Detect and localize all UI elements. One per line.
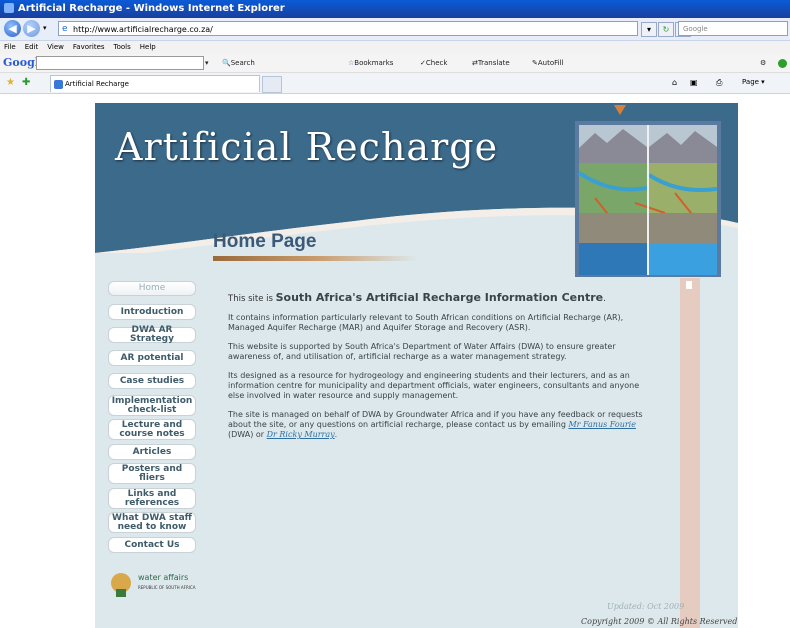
dwa-coat-of-arms-logo bbox=[111, 573, 131, 597]
logo-republic: REPUBLIC OF SOUTH AFRICA bbox=[138, 585, 196, 590]
menu-view[interactable]: View bbox=[47, 43, 64, 51]
intro-prefix: This site is bbox=[228, 294, 276, 304]
nav-case-studies[interactable]: Case studies bbox=[108, 373, 196, 389]
updated-date: Updated: Oct 2009 bbox=[607, 602, 685, 611]
window-titlebar: Artificial Recharge - Windows Internet E… bbox=[0, 0, 790, 18]
main-content: This site is South Africa's Artificial R… bbox=[228, 291, 648, 449]
menu-bar: File Edit View Favorites Tools Help bbox=[0, 41, 790, 54]
contact-paragraph: The site is managed on behalf of DWA by … bbox=[228, 410, 648, 440]
autofill-label: AutoFill bbox=[537, 59, 564, 67]
refresh-icon[interactable]: ↻ bbox=[658, 22, 674, 37]
logo-water-affairs: water affairs bbox=[138, 573, 189, 582]
right-sidebar-strip bbox=[680, 278, 700, 628]
tab-bar: ★ ✚ Artificial Recharge ⌂ ▣ ⎙ Page ▾ bbox=[0, 73, 790, 94]
intro-suffix: . bbox=[603, 294, 606, 304]
menu-favorites[interactable]: Favorites bbox=[73, 43, 105, 51]
address-input[interactable]: e http://www.artificialrecharge.co.za/ bbox=[58, 21, 638, 36]
nav-home[interactable]: Home bbox=[108, 281, 196, 296]
recharge-illustration bbox=[575, 121, 721, 277]
feeds-icon[interactable]: ▣ bbox=[690, 78, 698, 87]
nav-dwa-ar-strategy[interactable]: DWA AR Strategy bbox=[108, 326, 196, 344]
translate-label: Translate bbox=[477, 59, 510, 67]
nav-dwa-staff[interactable]: What DWA staff need to know bbox=[108, 512, 196, 533]
address-toolbar: ◀ ▶ ▾ e http://www.artificialrecharge.co… bbox=[0, 18, 790, 41]
nav-introduction[interactable]: Introduction bbox=[108, 304, 196, 320]
menu-file[interactable]: File bbox=[4, 43, 16, 51]
favorites-star-icon[interactable]: ★ bbox=[6, 77, 15, 88]
new-tab-button[interactable] bbox=[262, 76, 282, 93]
intro-highlight: South Africa's Artificial Recharge Infor… bbox=[275, 291, 604, 304]
translate-button[interactable]: ⇄Translate bbox=[472, 57, 510, 69]
paragraph-3: Its designed as a resource for hydrogeol… bbox=[228, 371, 640, 400]
check-button[interactable]: ✓Check bbox=[420, 57, 447, 69]
contact-org: (DWA) or bbox=[228, 430, 267, 439]
google-search-input[interactable] bbox=[36, 56, 204, 70]
nav-lecture-course-notes[interactable]: Lecture and course notes bbox=[108, 419, 196, 440]
menu-edit[interactable]: Edit bbox=[25, 43, 39, 51]
google-search-button[interactable]: 🔍Search bbox=[222, 57, 255, 69]
address-dropdown-icon[interactable]: ▾ bbox=[641, 22, 657, 37]
nav-ar-potential[interactable]: AR potential bbox=[108, 350, 196, 366]
contact-link-murray[interactable]: Dr Ricky Murray bbox=[267, 430, 335, 439]
back-to-top-icon[interactable] bbox=[686, 281, 692, 289]
page-heading: Home Page bbox=[213, 231, 317, 252]
contact-link-fourie[interactable]: Mr Fanus Fourie bbox=[568, 420, 636, 429]
google-toolbar: Google ▾ 🔍Search ☆Bookmarks ✓Check ⇄Tran… bbox=[0, 54, 790, 73]
nav-posters-fliers[interactable]: Posters and fliers bbox=[108, 463, 196, 484]
heading-underline bbox=[213, 256, 418, 261]
window-title: Artificial Recharge - Windows Internet E… bbox=[18, 3, 285, 14]
history-dropdown-icon[interactable]: ▾ bbox=[43, 24, 47, 32]
home-icon[interactable]: ⌂ bbox=[672, 78, 677, 87]
page-icon: e bbox=[62, 24, 68, 34]
nav-articles[interactable]: Articles bbox=[108, 444, 196, 460]
page-menu[interactable]: Page ▾ bbox=[742, 78, 765, 86]
ie-icon bbox=[4, 3, 14, 13]
check-label: Check bbox=[425, 59, 448, 67]
arrow-down-icon bbox=[614, 105, 626, 115]
autofill-button[interactable]: ✎AutoFill bbox=[532, 57, 563, 69]
search-icon: 🔍 bbox=[222, 59, 231, 67]
bookmarks-label: Bookmarks bbox=[354, 59, 394, 67]
site-title: Artificial Recharge bbox=[115, 125, 499, 169]
bookmarks-button[interactable]: ☆Bookmarks bbox=[348, 57, 393, 69]
back-icon[interactable]: ◀ bbox=[4, 20, 21, 37]
print-icon[interactable]: ⎙ bbox=[716, 78, 722, 88]
tab-label: Artificial Recharge bbox=[65, 80, 129, 88]
add-favorite-icon[interactable]: ✚ bbox=[22, 77, 30, 88]
paragraph-1: It contains information particularly rel… bbox=[228, 313, 624, 332]
tab-artificial-recharge[interactable]: Artificial Recharge bbox=[50, 75, 260, 92]
google-search-label: Search bbox=[230, 59, 255, 67]
tab-page-icon bbox=[54, 80, 63, 89]
nav-contact-us[interactable]: Contact Us bbox=[108, 537, 196, 553]
menu-tools[interactable]: Tools bbox=[114, 43, 131, 51]
nav-implementation-checklist[interactable]: Implementation check-list bbox=[108, 395, 196, 416]
settings-icon[interactable]: ⚙ bbox=[760, 57, 766, 69]
page-menu-label: Page bbox=[742, 78, 759, 86]
webpage: Artificial Recharge Home Page Home Intro… bbox=[95, 103, 738, 628]
copyright: Copyright 2009 © All Rights Reserved bbox=[581, 617, 738, 626]
forward-icon[interactable]: ▶ bbox=[23, 20, 40, 37]
menu-help[interactable]: Help bbox=[140, 43, 156, 51]
paragraph-2: This website is supported by South Afric… bbox=[228, 342, 616, 361]
intro-paragraph: This site is South Africa's Artificial R… bbox=[228, 291, 648, 304]
address-url: http://www.artificialrecharge.co.za/ bbox=[73, 25, 213, 34]
google-go-icon[interactable]: ▾ bbox=[205, 57, 209, 69]
status-icon[interactable] bbox=[778, 59, 787, 68]
search-input[interactable]: Google bbox=[678, 21, 788, 36]
nav-links-references[interactable]: Links and references bbox=[108, 488, 196, 509]
contact-end: . bbox=[334, 430, 338, 439]
